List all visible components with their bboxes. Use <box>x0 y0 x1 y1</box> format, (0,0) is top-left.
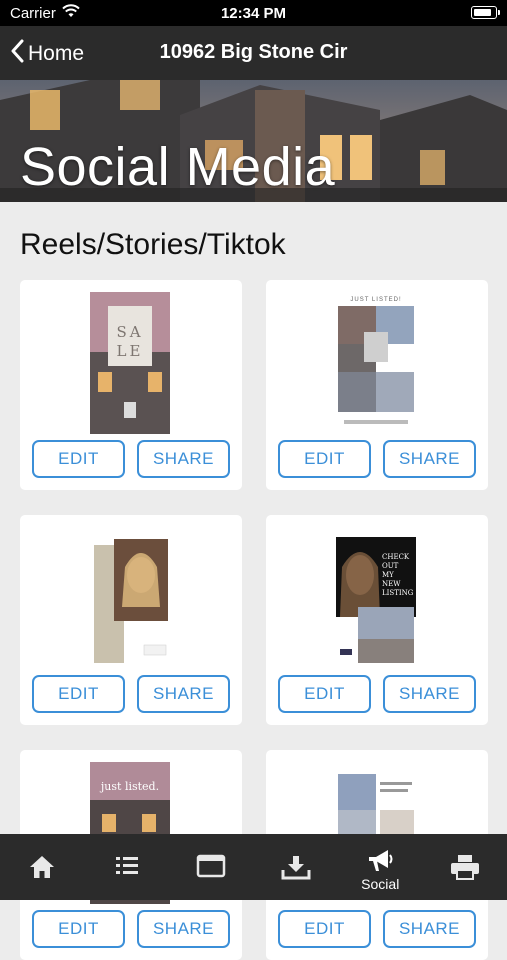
svg-text:LE: LE <box>117 342 144 360</box>
section-title: Reels/Stories/Tiktok <box>20 228 286 262</box>
svg-text:MY: MY <box>382 571 394 579</box>
battery-icon <box>471 6 497 19</box>
share-button[interactable]: SHARE <box>137 675 230 713</box>
svg-text:just listed.: just listed. <box>99 780 159 793</box>
browser-window-icon <box>196 854 226 878</box>
edit-button[interactable]: EDIT <box>32 910 125 948</box>
share-button[interactable]: SHARE <box>383 440 476 478</box>
share-button[interactable]: SHARE <box>383 675 476 713</box>
thumbnail-text: SA <box>116 323 143 341</box>
tab-home[interactable] <box>0 834 85 900</box>
status-bar: Carrier 12:34 PM <box>0 0 507 26</box>
share-button[interactable]: SHARE <box>137 440 230 478</box>
template-card: CHECK OUT MY NEW LISTING EDIT SHARE <box>266 515 488 725</box>
home-icon <box>28 854 56 880</box>
tab-social-label: Social <box>338 876 423 892</box>
template-thumbnail[interactable] <box>90 527 170 669</box>
svg-text:JUST LISTED!: JUST LISTED! <box>350 297 401 303</box>
svg-text:LISTING: LISTING <box>382 589 414 597</box>
share-button[interactable]: SHARE <box>383 910 476 948</box>
template-card: JUST LISTED! EDIT SHARE <box>266 280 488 490</box>
banner-title: Social Media <box>20 136 335 198</box>
svg-text:NEW: NEW <box>382 580 401 588</box>
tab-download[interactable] <box>254 834 339 900</box>
tab-print[interactable] <box>423 834 507 900</box>
edit-button[interactable]: EDIT <box>32 440 125 478</box>
tab-bar: Social <box>0 834 507 900</box>
printer-icon <box>450 854 480 880</box>
template-card: SA LE EDIT SHARE <box>20 280 242 490</box>
megaphone-icon <box>366 846 394 874</box>
tab-browser[interactable] <box>169 834 254 900</box>
tab-list[interactable] <box>85 834 170 900</box>
edit-button[interactable]: EDIT <box>278 675 371 713</box>
edit-button[interactable]: EDIT <box>278 910 371 948</box>
edit-button[interactable]: EDIT <box>32 675 125 713</box>
status-time: 12:34 PM <box>0 5 507 22</box>
template-card: EDIT SHARE <box>20 515 242 725</box>
tab-social[interactable]: Social <box>338 834 423 900</box>
list-icon <box>114 854 140 876</box>
edit-button[interactable]: EDIT <box>278 440 371 478</box>
download-icon <box>281 854 311 880</box>
svg-text:OUT: OUT <box>382 562 399 570</box>
header-banner: Social Media <box>0 80 507 202</box>
template-thumbnail[interactable]: SA LE <box>90 292 170 434</box>
svg-text:CHECK: CHECK <box>382 553 410 561</box>
page-title: 10962 Big Stone Cir <box>0 41 507 64</box>
template-thumbnail[interactable]: JUST LISTED! <box>336 292 416 434</box>
template-thumbnail[interactable]: CHECK OUT MY NEW LISTING <box>336 527 416 669</box>
share-button[interactable]: SHARE <box>137 910 230 948</box>
navigation-bar: Home 10962 Big Stone Cir <box>0 26 507 80</box>
